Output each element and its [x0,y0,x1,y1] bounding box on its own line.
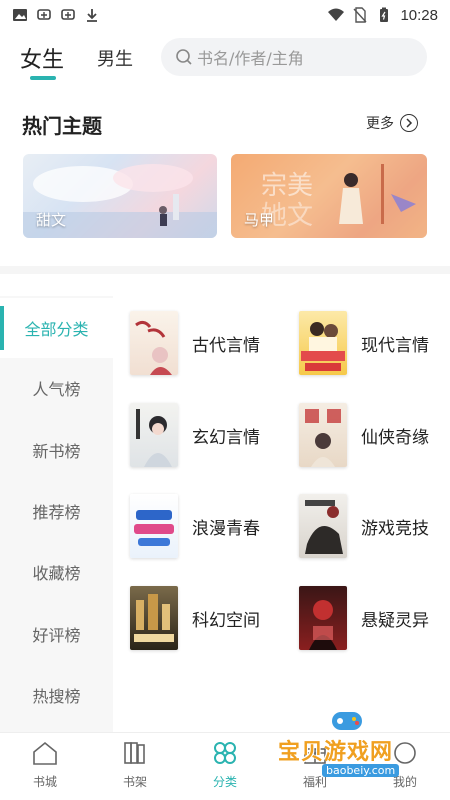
sidebar-item-hot-search[interactable]: 热搜榜 [0,665,113,725]
battery-icon [380,7,389,22]
nav-category[interactable]: 分类 [190,739,260,790]
category-fantasy-romance[interactable]: 玄幻言情 [130,403,290,467]
app-notification-icon-2 [61,9,75,20]
banner-label: 甜文 [36,211,67,229]
sidebar-item-label: 收藏榜 [32,564,81,583]
chevron-right-icon [400,114,418,132]
nav-label: 书城 [32,775,57,789]
book-cover [299,403,347,467]
watermark: 宝贝游戏网 baobeiy.com [272,706,422,786]
section-divider [0,266,450,274]
gamepad-logo [332,712,362,730]
tab-female-label: 女生 [20,48,65,73]
category-romantic-youth[interactable]: 浪漫青春 [130,494,290,558]
status-bar: 10:28 [0,0,450,30]
book-cover [130,403,178,467]
category-name: 现代言情 [361,335,429,356]
app-notification-icon [37,9,51,20]
home-icon [33,741,57,765]
category-sci-fi[interactable]: 科幻空间 [130,586,290,650]
tab-male-label: 男生 [97,49,133,70]
sidebar-item-label: 推荐榜 [32,503,81,522]
bookshelf-icon [124,742,145,764]
header: 女生 男生 书名/作者/主角 [0,36,450,80]
category-name: 古代言情 [192,335,260,356]
category-xianxia[interactable]: 仙侠奇缘 [299,403,450,467]
image-icon [13,9,27,21]
tab-male[interactable]: 男生 [97,45,133,71]
banner-label: 马甲 [244,211,275,229]
category-modern-romance[interactable]: 现代言情 [299,311,450,375]
search-input[interactable]: 书名/作者/主角 [161,38,427,76]
category-gaming[interactable]: 游戏竞技 [299,494,450,558]
book-cover [130,494,178,558]
search-placeholder: 书名/作者/主角 [197,49,304,68]
category-name: 浪漫青春 [192,518,260,539]
watermark-text: 宝贝游戏网 [278,740,394,765]
nav-label: 分类 [212,775,237,789]
sidebar-item-label: 全部分类 [24,320,89,339]
watermark-url: baobeiy.com [322,764,400,777]
sidebar-item-rating[interactable]: 好评榜 [0,604,113,664]
sidebar-item-label: 好评榜 [32,626,81,645]
more-label: 更多 [366,116,394,132]
topic-banner-disguise[interactable]: 宗美 她文 马甲 [231,154,427,238]
no-sim-icon [353,7,367,23]
category-name: 科幻空间 [192,610,260,631]
clock: 10:28 [400,6,438,24]
book-cover [299,494,347,558]
category-ancient-romance[interactable]: 古代言情 [130,311,290,375]
book-cover [299,586,347,650]
download-icon [87,9,97,22]
sidebar-item-popular[interactable]: 人气榜 [0,358,113,418]
sidebar-item-recommend[interactable]: 推荐榜 [0,481,113,541]
nav-bookstore[interactable]: 书城 [10,739,80,790]
sidebar-item-label: 人气榜 [32,380,81,399]
book-cover [130,586,178,650]
topic-banner-sweet[interactable]: 甜文 [23,154,217,238]
nav-bookshelf[interactable]: 书架 [100,739,170,790]
category-icon [214,742,236,764]
book-cover [130,311,178,375]
nav-label: 书架 [122,775,147,789]
search-icon [176,49,192,65]
category-name: 悬疑灵异 [361,610,429,631]
sidebar-item-new[interactable]: 新书榜 [0,420,113,480]
section-title-hot: 热门主题 [22,114,102,138]
more-button[interactable]: 更多 [366,113,418,133]
category-name: 玄幻言情 [192,427,260,448]
book-cover [299,311,347,375]
sidebar-item-all[interactable]: 全部分类 [0,298,113,358]
sidebar-item-label: 新书榜 [32,442,81,461]
category-name: 仙侠奇缘 [361,427,429,448]
wifi-icon [328,8,345,21]
category-mystery[interactable]: 悬疑灵异 [299,586,450,650]
tab-female[interactable]: 女生 [20,42,65,80]
svg-text:宗美: 宗美 [261,171,313,201]
sidebar-item-collect[interactable]: 收藏榜 [0,542,113,602]
category-sidebar: 全部分类 人气榜 新书榜 推荐榜 收藏榜 好评榜 热搜榜 [0,296,113,732]
category-name: 游戏竞技 [361,518,429,539]
sidebar-item-label: 热搜榜 [32,687,81,706]
tab-active-indicator [30,76,56,80]
